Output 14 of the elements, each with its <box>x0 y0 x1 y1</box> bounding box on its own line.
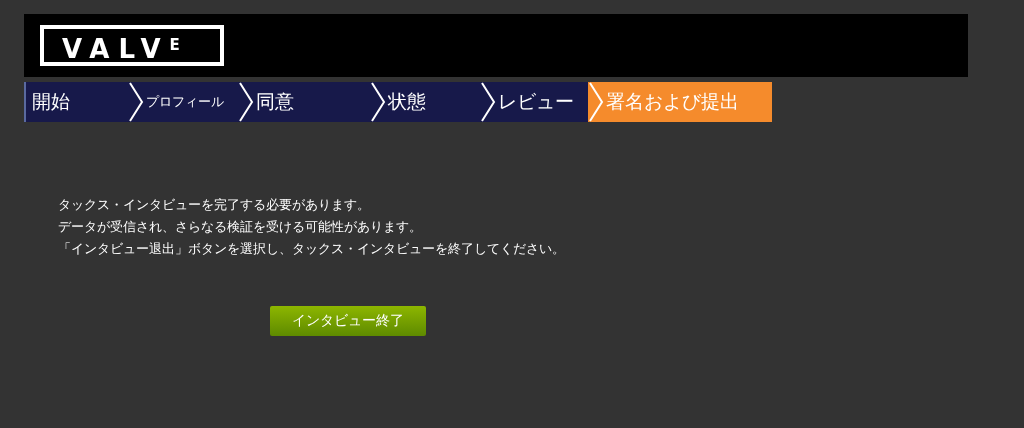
step-tab[interactable]: レビュー <box>480 82 588 122</box>
chevron-icon <box>128 82 144 122</box>
chevron-icon <box>588 82 604 122</box>
step-tab[interactable]: 開始 <box>24 82 128 122</box>
step-tab[interactable]: 同意 <box>238 82 370 122</box>
message-text: 「インタビュー退出」ボタンを選択し、タックス・インタビューを終了してください。 <box>58 240 566 258</box>
chevron-icon <box>480 82 496 122</box>
step-tab[interactable]: プロフィール <box>128 82 238 122</box>
chevron-icon <box>370 82 386 122</box>
message-text: データが受信され、さらなる検証を受ける可能性があります。 <box>58 218 423 236</box>
chevron-icon <box>238 82 254 122</box>
logo: VALV$^{E}$ <box>40 25 224 66</box>
step-tab[interactable]: 状態 <box>370 82 480 122</box>
message-text: タックス・インタビューを完了する必要があります。 <box>58 196 371 214</box>
